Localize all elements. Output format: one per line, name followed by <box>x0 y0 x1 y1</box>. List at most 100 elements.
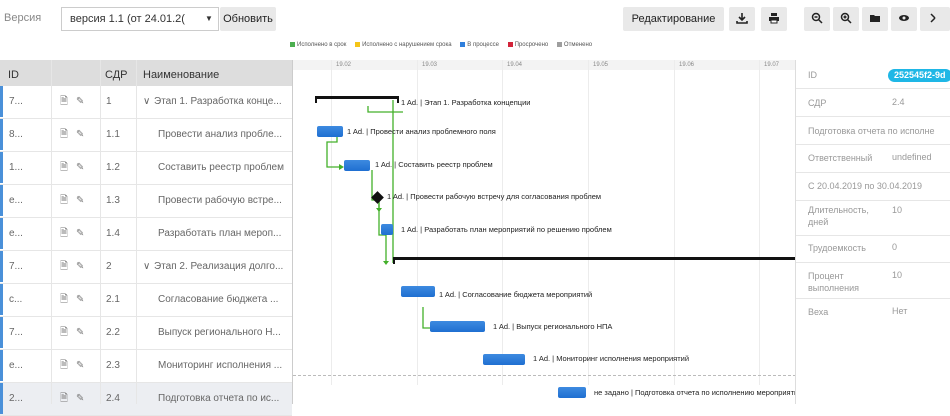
view-button[interactable] <box>891 7 917 31</box>
refresh-button[interactable]: Обновить <box>220 7 276 31</box>
collapse-button[interactable] <box>920 7 950 31</box>
summary-bar[interactable] <box>393 257 796 260</box>
edit-pencil-icon[interactable]: ✎ <box>76 119 84 150</box>
id-label: ID <box>808 70 817 80</box>
table-row[interactable]: c... 🗎 ✎ 2.1 Согласование бюджета ... <box>0 284 292 317</box>
print-icon <box>769 13 779 24</box>
table-row[interactable]: 7... 🗎 ✎ 2.2 Выпуск регионального Н... <box>0 317 292 350</box>
divider <box>796 298 950 299</box>
collapse-icon <box>930 13 936 23</box>
folder-icon <box>870 15 880 22</box>
task-details-panel: ID 252545f2-9d СДР 2.4 Подготовка отчета… <box>795 60 950 404</box>
zoom-in-button[interactable] <box>833 7 859 31</box>
document-icon[interactable]: 🗎 <box>60 317 68 348</box>
document-icon[interactable]: 🗎 <box>60 350 68 381</box>
row-id: e... <box>0 185 22 216</box>
column-header-name[interactable]: Наименование <box>143 60 219 86</box>
edit-pencil-icon[interactable]: ✎ <box>76 86 84 117</box>
summary-bar[interactable] <box>315 96 399 99</box>
edit-pencil-icon[interactable]: ✎ <box>76 317 84 348</box>
wbs-value: 2.4 <box>892 97 905 107</box>
period-text: С 20.04.2019 по 30.04.2019 <box>808 181 922 191</box>
task-label: 1 Ad. | Согласование бюджета мероприятий <box>439 290 593 299</box>
row-wbs: 1.3 <box>106 195 120 206</box>
row-id: e... <box>0 350 22 381</box>
open-folder-button[interactable] <box>862 7 888 31</box>
divider <box>796 144 950 145</box>
legend-item: Исполнено с нарушением срока <box>355 42 452 48</box>
summary-bar-cap <box>397 96 399 103</box>
document-icon[interactable]: 🗎 <box>60 185 68 216</box>
row-id: c... <box>0 284 22 315</box>
document-icon[interactable]: 🗎 <box>60 152 68 183</box>
divider <box>796 172 950 173</box>
row-id: 8... <box>0 119 22 150</box>
edit-button[interactable]: Редактирование <box>623 7 724 31</box>
summary-bar-cap <box>393 257 395 264</box>
zoom-out-icon <box>811 12 823 24</box>
task-bar[interactable] <box>401 286 435 297</box>
task-bar[interactable] <box>317 126 343 137</box>
column-header-wbs[interactable]: СДР <box>105 60 128 86</box>
summary-bar-cap <box>315 96 317 103</box>
task-bar[interactable] <box>558 387 586 398</box>
row-name: Выпуск регионального Н... <box>158 327 281 338</box>
edit-pencil-icon[interactable]: ✎ <box>76 383 84 414</box>
row-wbs: 2.1 <box>106 294 120 305</box>
chevron-down-icon[interactable]: ∨ <box>143 86 150 117</box>
legend-label: В процессе <box>467 42 499 49</box>
document-icon[interactable]: 🗎 <box>60 284 68 315</box>
zoom-in-icon <box>840 12 852 24</box>
document-icon[interactable]: 🗎 <box>60 251 68 282</box>
task-bar[interactable] <box>430 321 485 332</box>
row-name: Провести рабочую встре... <box>158 195 282 206</box>
legend-label: Исполнено с нарушением срока <box>362 42 452 49</box>
document-icon[interactable]: 🗎 <box>60 218 68 249</box>
percent-label: Процент выполнения <box>808 271 860 293</box>
table-row[interactable]: 2... 🗎 ✎ 2.4 Подготовка отчета по ис... <box>0 383 292 416</box>
row-name: Этап 2. Реализация долго... <box>154 261 284 272</box>
column-divider <box>51 60 52 404</box>
print-button[interactable] <box>761 7 787 31</box>
legend-item: Исполнено в срок <box>290 42 346 48</box>
gantt-chart: 19.02 19.03 19.04 19.05 19.06 19.07 1 Ad… <box>292 60 802 404</box>
table-row[interactable]: e... 🗎 ✎ 1.3 Провести рабочую встре... <box>0 185 292 218</box>
edit-pencil-icon[interactable]: ✎ <box>76 185 84 216</box>
labor-label: Трудоемкость <box>808 243 866 253</box>
zoom-out-button[interactable] <box>804 7 830 31</box>
table-row[interactable]: e... 🗎 ✎ 1.4 Разработать план мероп... <box>0 218 292 251</box>
chevron-down-icon: ▼ <box>205 14 213 23</box>
row-wbs: 2.3 <box>106 360 120 371</box>
edit-pencil-icon[interactable]: ✎ <box>76 218 84 249</box>
row-id: 1... <box>0 152 22 183</box>
row-wbs: 2.4 <box>106 393 120 404</box>
edit-pencil-icon[interactable]: ✎ <box>76 284 84 315</box>
row-name: Согласование бюджета ... <box>158 294 279 305</box>
task-bar[interactable] <box>344 160 370 171</box>
chevron-down-icon[interactable]: ∨ <box>143 251 150 282</box>
table-row[interactable]: 7... 🗎 ✎ 1 ∨ Этап 1. Разработка конце... <box>0 86 292 119</box>
document-icon[interactable]: 🗎 <box>60 383 68 414</box>
edit-pencil-icon[interactable]: ✎ <box>76 251 84 282</box>
task-label: 1 Ad. | Провести рабочую встречу для сог… <box>387 192 602 201</box>
row-wbs: 2.2 <box>106 327 120 338</box>
table-row[interactable]: 8... 🗎 ✎ 1.1 Провести анализ пробле... <box>0 119 292 152</box>
column-header-id[interactable]: ID <box>8 60 19 86</box>
edit-pencil-icon[interactable]: ✎ <box>76 152 84 183</box>
row-id: 2... <box>0 383 22 414</box>
task-bar[interactable] <box>381 224 393 235</box>
divider <box>796 262 950 263</box>
table-row[interactable]: 1... 🗎 ✎ 1.2 Составить реестр проблем <box>0 152 292 185</box>
document-icon[interactable]: 🗎 <box>60 86 68 117</box>
task-bar[interactable] <box>483 354 525 365</box>
table-row[interactable]: e... 🗎 ✎ 2.3 Мониторинг исполнения ... <box>0 350 292 383</box>
document-icon[interactable]: 🗎 <box>60 119 68 150</box>
export-button[interactable] <box>729 7 755 31</box>
divider <box>796 88 950 89</box>
edit-pencil-icon[interactable]: ✎ <box>76 350 84 381</box>
row-name: Провести анализ пробле... <box>158 129 282 140</box>
version-select[interactable]: версия 1.1 (от 24.01.2( ▼ <box>61 7 219 31</box>
table-row[interactable]: 7... 🗎 ✎ 2 ∨ Этап 2. Реализация долго... <box>0 251 292 284</box>
legend: Исполнено в срок Исполнено с нарушением … <box>290 42 790 52</box>
legend-label: Просрочено <box>514 42 549 49</box>
